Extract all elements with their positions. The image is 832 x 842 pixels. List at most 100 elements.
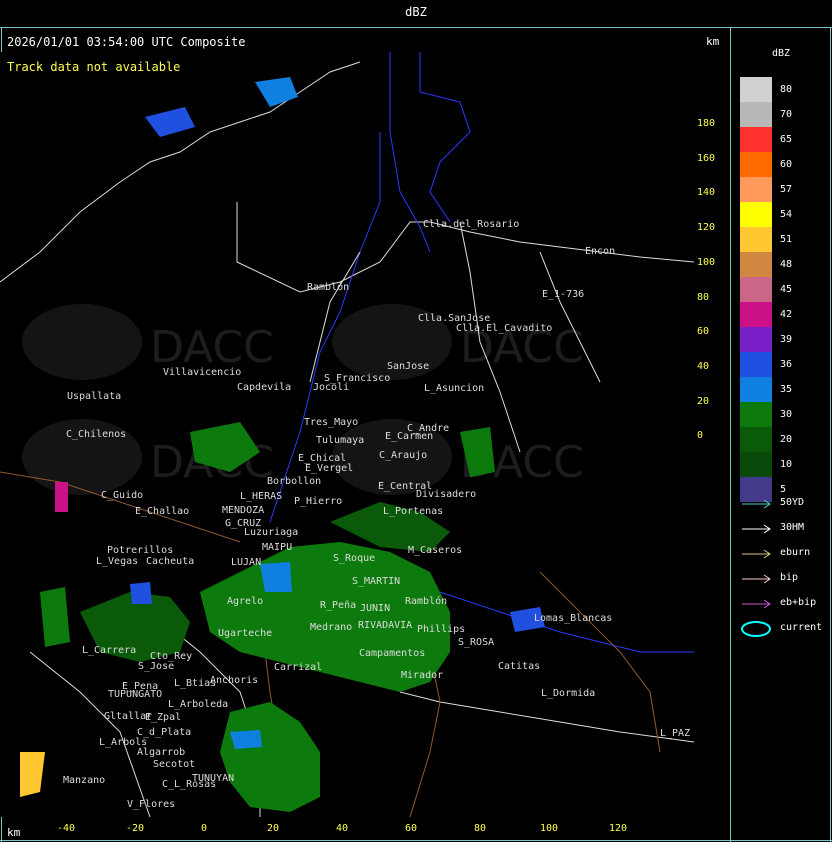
- y-tick-label: 80: [697, 291, 710, 303]
- place-label: C_L_Rosas: [162, 779, 217, 790]
- watermark-logo: [22, 304, 142, 380]
- y-tick-label: 60: [697, 326, 710, 338]
- legend-value: 57: [780, 184, 793, 195]
- bottom-border: [0, 840, 832, 841]
- x-tick-label: 60: [404, 823, 418, 834]
- legend-swatch: [740, 177, 772, 202]
- place-label: L_Btias: [174, 678, 217, 689]
- x-tick-label: 100: [539, 823, 559, 834]
- echo-core: [130, 582, 152, 604]
- place-label: S_Jose: [138, 661, 175, 672]
- place-label: Secotot: [153, 759, 196, 770]
- track-legend-label: 50YD: [780, 497, 805, 508]
- place-label: Ramblón: [405, 596, 448, 607]
- track-legend-item: 30HM: [740, 521, 830, 537]
- place-label: S_ROSA: [458, 637, 495, 648]
- place-label: Clla.del_Rosario: [423, 219, 520, 230]
- y-tick-label: 0: [697, 430, 704, 442]
- legend-swatch: [740, 277, 772, 302]
- place-label: Encon: [585, 246, 616, 257]
- radar-window: dBZ 2026/01/01 03:54:00 UTC Composite km…: [0, 0, 832, 842]
- place-label: Tres_Mayo: [304, 417, 359, 428]
- legend-swatch: [740, 352, 772, 377]
- legend-value: 30: [780, 409, 793, 420]
- legend-value: 48: [780, 259, 793, 270]
- top-divider: [0, 27, 832, 28]
- place-label: S_MARTIN: [352, 576, 401, 587]
- track-legend-label: bip: [780, 572, 799, 583]
- place-label: JUNIN: [360, 603, 391, 614]
- place-label: Ugarteche: [218, 628, 273, 639]
- place-label: E_Challao: [135, 506, 190, 517]
- panel-divider: [730, 27, 731, 842]
- x-tick-label: 40: [335, 823, 349, 834]
- place-label: E_1-736: [542, 289, 585, 300]
- legend-swatch: [740, 327, 772, 352]
- place-label: Potrerillos: [107, 545, 174, 556]
- place-label: Clla.El_Cavadito: [456, 323, 553, 334]
- track-legend-item: eb+bip: [740, 596, 830, 612]
- place-label: L_PAZ: [660, 728, 691, 739]
- legend-value: 39: [780, 334, 793, 345]
- place-label: Carrizal: [274, 662, 323, 673]
- echo-core: [230, 730, 262, 749]
- legend-value: 65: [780, 134, 793, 145]
- timestamp: 2026/01/01 03:54:00 UTC Composite: [7, 35, 246, 49]
- legend-swatch: [740, 377, 772, 402]
- echo-cell: [40, 587, 70, 647]
- place-label: M_Caseros: [408, 545, 463, 556]
- place-label: Ramblón: [307, 282, 350, 293]
- place-label: Luzuriaga: [244, 527, 299, 538]
- place-label: Cacheuta: [146, 556, 195, 567]
- legend-value: 70: [780, 109, 793, 120]
- track-legend-label: eb+bip: [780, 597, 817, 608]
- track-legend-item: bip: [740, 571, 830, 587]
- watermark-text: DACC: [150, 322, 274, 373]
- place-label: MAIPU: [262, 542, 293, 553]
- legend-value: 36: [780, 359, 793, 370]
- place-label: Borbollon: [267, 476, 322, 487]
- y-tick-label: 160: [697, 152, 716, 164]
- x-tick-label: -40: [56, 823, 76, 834]
- legend-title: dBZ: [772, 48, 791, 59]
- legend-value: 5: [780, 484, 787, 495]
- track-legend-item: 50YD: [740, 496, 830, 512]
- place-label: Agrelo: [227, 596, 264, 607]
- place-label: L_Vegas: [96, 556, 139, 567]
- right-border: [830, 27, 831, 842]
- place-label: Villavicencio: [163, 367, 242, 378]
- place-label: Catitas: [498, 661, 541, 672]
- track-legend-label: eburn: [780, 547, 811, 558]
- place-label: L_Asuncion: [424, 383, 485, 394]
- place-label: L_HERAS: [240, 491, 283, 502]
- legend-value: 51: [780, 234, 793, 245]
- legend-swatch: [740, 402, 772, 427]
- place-label: Uspallata: [67, 391, 122, 402]
- legend-value: 10: [780, 459, 793, 470]
- place-label: L_Carrera: [82, 645, 137, 656]
- unit-label-top: km: [706, 35, 720, 48]
- track-notice: Track data not available: [7, 60, 181, 74]
- place-label: Anchoris: [210, 675, 259, 686]
- place-label: C_Araujo: [379, 450, 428, 461]
- place-label: E_Carmen: [385, 431, 434, 442]
- place-label: C_Guido: [101, 490, 144, 501]
- place-label: TUPUNGATO: [108, 689, 163, 700]
- place-label: C_Chilenos: [66, 429, 127, 440]
- place-label: Phillips: [417, 624, 466, 635]
- place-label: E_Zpal: [145, 712, 182, 723]
- place-label: MENDOZA: [222, 505, 265, 516]
- y-tick-label: 40: [697, 360, 710, 372]
- place-label: RIVADAVIA: [358, 620, 413, 631]
- track-arrow-icon: [742, 549, 771, 559]
- track-arrow-icon: [742, 599, 771, 609]
- x-tick-label: 120: [608, 823, 628, 834]
- legend-swatch: [740, 77, 772, 102]
- track-arrow-icon: [742, 524, 771, 534]
- place-label: L_Portenas: [383, 506, 444, 517]
- track-arrow-icon: [742, 499, 771, 509]
- legend-swatch: [740, 302, 772, 327]
- window-title: dBZ: [405, 5, 427, 19]
- legend-swatch: [740, 427, 772, 452]
- place-label: LUJAN: [231, 557, 262, 568]
